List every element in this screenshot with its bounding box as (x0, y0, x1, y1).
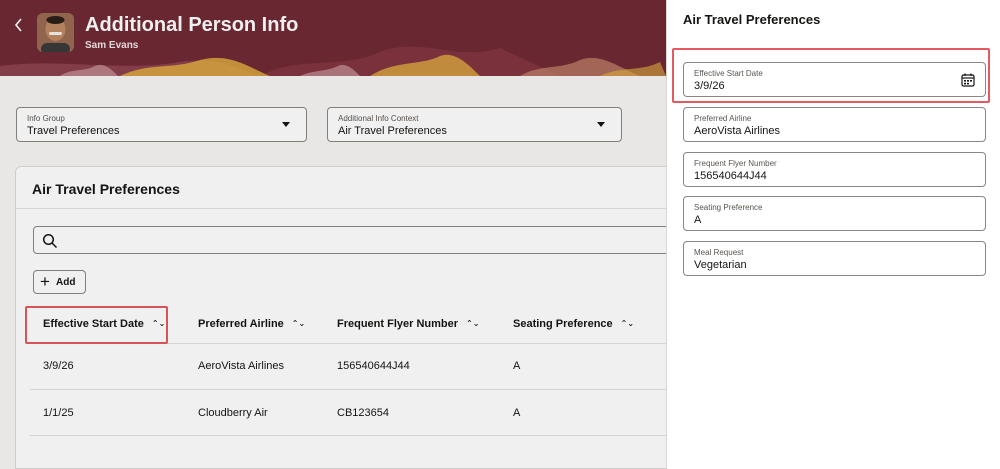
frequent-flyer-number-field[interactable]: Frequent Flyer Number 156540644J44 (683, 152, 986, 187)
field-label: Effective Start Date (694, 69, 763, 78)
meal-request-field[interactable]: Meal Request Vegetarian (683, 241, 986, 276)
field-value: 156540644J44 (694, 170, 767, 182)
overlay-scrim (0, 0, 666, 469)
effective-start-date-field[interactable]: Effective Start Date 3/9/26 (683, 62, 986, 97)
seating-preference-field[interactable]: Seating Preference A (683, 196, 986, 231)
field-value: Vegetarian (694, 259, 747, 271)
field-label: Preferred Airline (694, 114, 752, 123)
drawer-title: Air Travel Preferences (683, 12, 821, 27)
field-label: Meal Request (694, 248, 744, 257)
field-value: 3/9/26 (694, 80, 725, 92)
edit-drawer: Air Travel Preferences Effective Start D… (666, 0, 1000, 469)
preferred-airline-field[interactable]: Preferred Airline AeroVista Airlines (683, 107, 986, 142)
field-value: AeroVista Airlines (694, 125, 781, 137)
field-label: Seating Preference (694, 203, 763, 212)
field-value: A (694, 214, 702, 226)
calendar-icon[interactable] (961, 73, 975, 87)
field-label: Frequent Flyer Number (694, 159, 777, 168)
